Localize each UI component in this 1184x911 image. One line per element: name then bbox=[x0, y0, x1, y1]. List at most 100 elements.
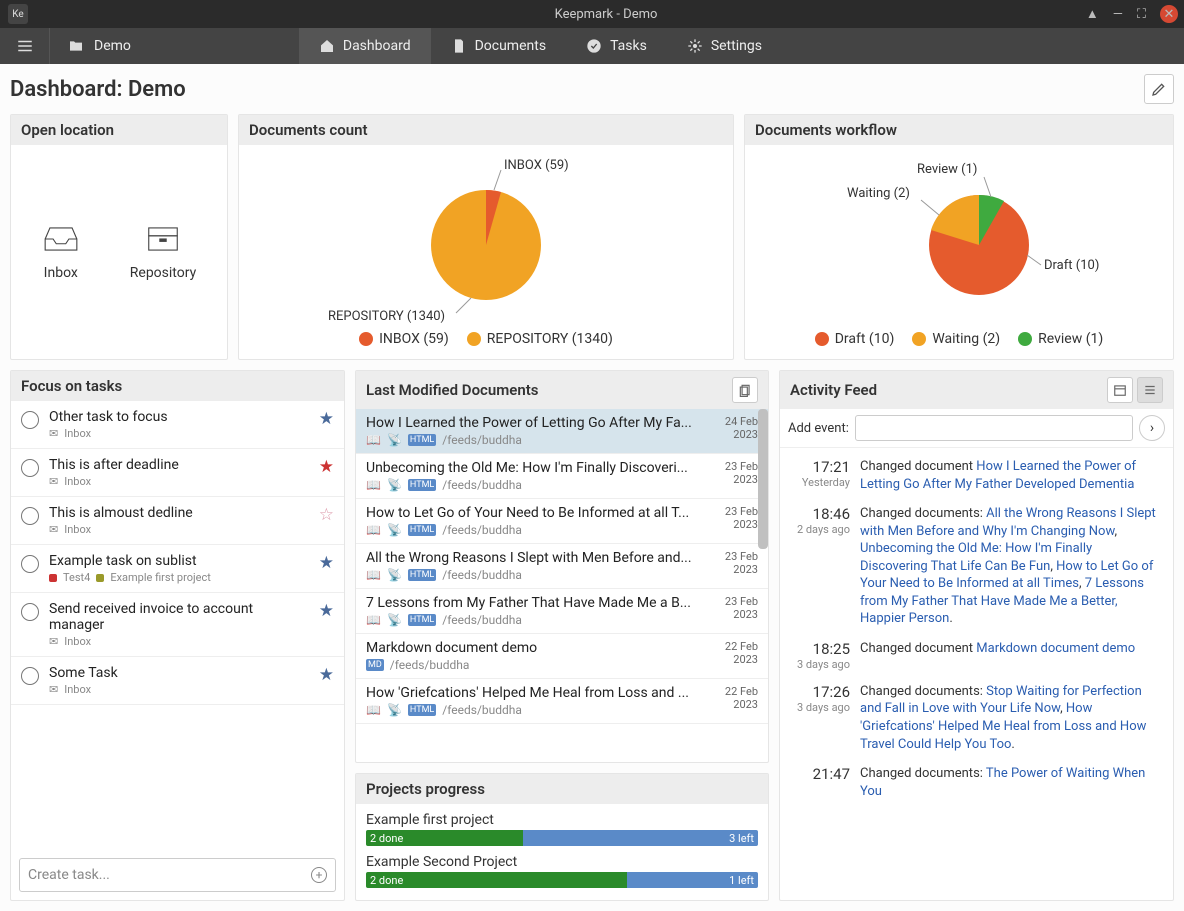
doc-title: All the Wrong Reasons I Slept with Men B… bbox=[366, 550, 710, 566]
document-row[interactable]: 7 Lessons from My Father That Have Made … bbox=[356, 589, 768, 634]
panel-header: Documents workflow bbox=[745, 115, 1173, 145]
panel-header: Activity Feed bbox=[790, 381, 877, 399]
task-checkbox[interactable] bbox=[21, 667, 39, 685]
legend-inbox: INBOX (59) bbox=[359, 331, 449, 347]
tab-settings[interactable]: Settings bbox=[667, 28, 782, 64]
project-done: 2 done bbox=[366, 830, 523, 846]
project-bar: 2 done1 left bbox=[366, 872, 758, 888]
task-checkbox[interactable] bbox=[21, 411, 39, 429]
project-name: Example first project bbox=[366, 812, 758, 828]
clipboard-icon bbox=[738, 383, 752, 397]
feed-link[interactable]: The Power of Waiting When You bbox=[860, 766, 1145, 799]
feed-message: Changed documents: Stop Waiting for Perf… bbox=[860, 683, 1163, 753]
task-checkbox[interactable] bbox=[21, 459, 39, 477]
task-row[interactable]: Example task on sublistTest4Example firs… bbox=[11, 545, 344, 593]
feed-time: 17:263 days ago bbox=[790, 683, 850, 753]
feed-link[interactable]: All the Wrong Reasons I Slept with Men B… bbox=[860, 506, 1156, 539]
task-row[interactable]: Send received invoice to account manager… bbox=[11, 593, 344, 657]
task-title: This is after deadline bbox=[49, 457, 309, 473]
menu-button[interactable] bbox=[0, 28, 50, 64]
close-icon[interactable]: ✕ bbox=[1160, 5, 1178, 23]
last-modified-panel: Last Modified Documents How I Learned th… bbox=[355, 370, 769, 763]
create-task-input[interactable]: Create task... + bbox=[19, 858, 336, 892]
list-view-button[interactable] bbox=[1137, 377, 1163, 403]
task-row[interactable]: This is almoust dedline✉Inbox☆ bbox=[11, 497, 344, 545]
maximize-icon[interactable]: ⛶ bbox=[1137, 7, 1146, 22]
doc-title: Markdown document demo bbox=[366, 640, 710, 656]
star-icon[interactable]: ★ bbox=[319, 457, 334, 477]
minimize-icon[interactable]: — bbox=[1113, 7, 1123, 22]
star-icon[interactable]: ★ bbox=[319, 665, 334, 685]
documents-workflow-panel: Documents workflow Waiting (2) Review (1… bbox=[744, 114, 1174, 360]
titlebar: Ke Keepmark - Demo ▲ — ⛶ ✕ bbox=[0, 0, 1184, 28]
feed-link[interactable]: How I Learned the Power of Letting Go Af… bbox=[860, 459, 1136, 492]
create-task-placeholder: Create task... bbox=[28, 867, 110, 883]
star-icon[interactable]: ★ bbox=[319, 553, 334, 573]
breadcrumb[interactable]: Demo bbox=[50, 38, 149, 54]
doc-path: 📖📡HTML /feeds/buddha bbox=[366, 568, 710, 582]
focus-tasks-panel: Focus on tasks Other task to focus✉Inbox… bbox=[10, 370, 345, 901]
documents-workflow-pie: Waiting (2) Review (1) Draft (10) bbox=[809, 155, 1109, 325]
document-row[interactable]: How 'Griefcations' Helped Me Heal from L… bbox=[356, 679, 768, 724]
document-row[interactable]: Unbecoming the Old Me: How I'm Finally D… bbox=[356, 454, 768, 499]
home-icon bbox=[319, 38, 335, 54]
open-repository[interactable]: Repository bbox=[130, 223, 196, 281]
feed-time: 17:21Yesterday bbox=[790, 458, 850, 493]
document-row[interactable]: All the Wrong Reasons I Slept with Men B… bbox=[356, 544, 768, 589]
tab-documents[interactable]: Documents bbox=[431, 28, 566, 64]
document-row[interactable]: How I Learned the Power of Letting Go Af… bbox=[356, 409, 768, 454]
scrollbar[interactable] bbox=[758, 409, 768, 549]
star-icon[interactable]: ★ bbox=[319, 601, 334, 621]
star-icon[interactable]: ☆ bbox=[319, 505, 334, 525]
feed-link[interactable]: Stop Waiting for Perfection and Fall in … bbox=[860, 684, 1142, 717]
task-title: Send received invoice to account manager bbox=[49, 601, 309, 633]
feed-message: Changed documents: All the Wrong Reasons… bbox=[860, 505, 1163, 628]
feed-message: Changed documents: The Power of Waiting … bbox=[860, 765, 1163, 800]
feed-link[interactable]: Markdown document demo bbox=[976, 641, 1135, 656]
project-bar: 2 done3 left bbox=[366, 830, 758, 846]
task-sub: ✉Inbox bbox=[49, 635, 309, 648]
document-row[interactable]: Markdown document demoMD /feeds/buddha22… bbox=[356, 634, 768, 679]
star-icon[interactable]: ★ bbox=[319, 409, 334, 429]
edit-dashboard-button[interactable] bbox=[1144, 74, 1174, 104]
copy-button[interactable] bbox=[732, 377, 758, 403]
calendar-view-button[interactable] bbox=[1107, 377, 1133, 403]
doc-date: 23 Feb2023 bbox=[710, 595, 758, 627]
tab-tasks[interactable]: Tasks bbox=[566, 28, 667, 64]
legend-review: Review (1) bbox=[1018, 331, 1103, 347]
document-row[interactable]: How to Let Go of Your Need to Be Informe… bbox=[356, 499, 768, 544]
task-checkbox[interactable] bbox=[21, 507, 39, 525]
open-inbox[interactable]: Inbox bbox=[42, 223, 80, 281]
loc-label: Inbox bbox=[42, 265, 80, 281]
doc-path: 📖📡HTML /feeds/buddha bbox=[366, 523, 710, 537]
task-title: Other task to focus bbox=[49, 409, 309, 425]
eject-icon[interactable]: ▲ bbox=[1086, 6, 1099, 22]
topbar: Demo Dashboard Documents Tasks Settings bbox=[0, 28, 1184, 64]
add-event-input[interactable] bbox=[855, 415, 1133, 441]
tab-label: Tasks bbox=[610, 38, 647, 54]
add-event-submit[interactable]: › bbox=[1139, 415, 1165, 441]
panel-header: Documents count bbox=[239, 115, 733, 145]
doc-path: 📖📡HTML /feeds/buddha bbox=[366, 613, 710, 627]
task-row[interactable]: This is after deadline✉Inbox★ bbox=[11, 449, 344, 497]
feed-time: 21:47 bbox=[790, 765, 850, 800]
doc-date: 24 Feb2023 bbox=[710, 415, 758, 447]
documents-count-pie: INBOX (59) REPOSITORY (1340) bbox=[326, 155, 646, 325]
tab-dashboard[interactable]: Dashboard bbox=[299, 28, 431, 64]
task-checkbox[interactable] bbox=[21, 555, 39, 573]
svg-text:Waiting (2): Waiting (2) bbox=[847, 186, 910, 201]
doc-date: 23 Feb2023 bbox=[710, 505, 758, 537]
project-left: 1 left bbox=[627, 872, 758, 888]
task-checkbox[interactable] bbox=[21, 603, 39, 621]
panel-header: Open location bbox=[11, 115, 227, 145]
task-row[interactable]: Other task to focus✉Inbox★ bbox=[11, 401, 344, 449]
doc-title: 7 Lessons from My Father That Have Made … bbox=[366, 595, 710, 611]
tab-label: Dashboard bbox=[343, 38, 411, 54]
feed-time: 18:253 days ago bbox=[790, 640, 850, 671]
doc-title: How I Learned the Power of Letting Go Af… bbox=[366, 415, 710, 431]
open-location-panel: Open location Inbox Repository bbox=[10, 114, 228, 360]
feed-item: 21:47 Changed documents: The Power of Wai… bbox=[786, 759, 1167, 806]
doc-path: 📖📡HTML /feeds/buddha bbox=[366, 478, 710, 492]
plus-icon: + bbox=[311, 867, 327, 883]
task-row[interactable]: Some Task✉Inbox★ bbox=[11, 657, 344, 705]
